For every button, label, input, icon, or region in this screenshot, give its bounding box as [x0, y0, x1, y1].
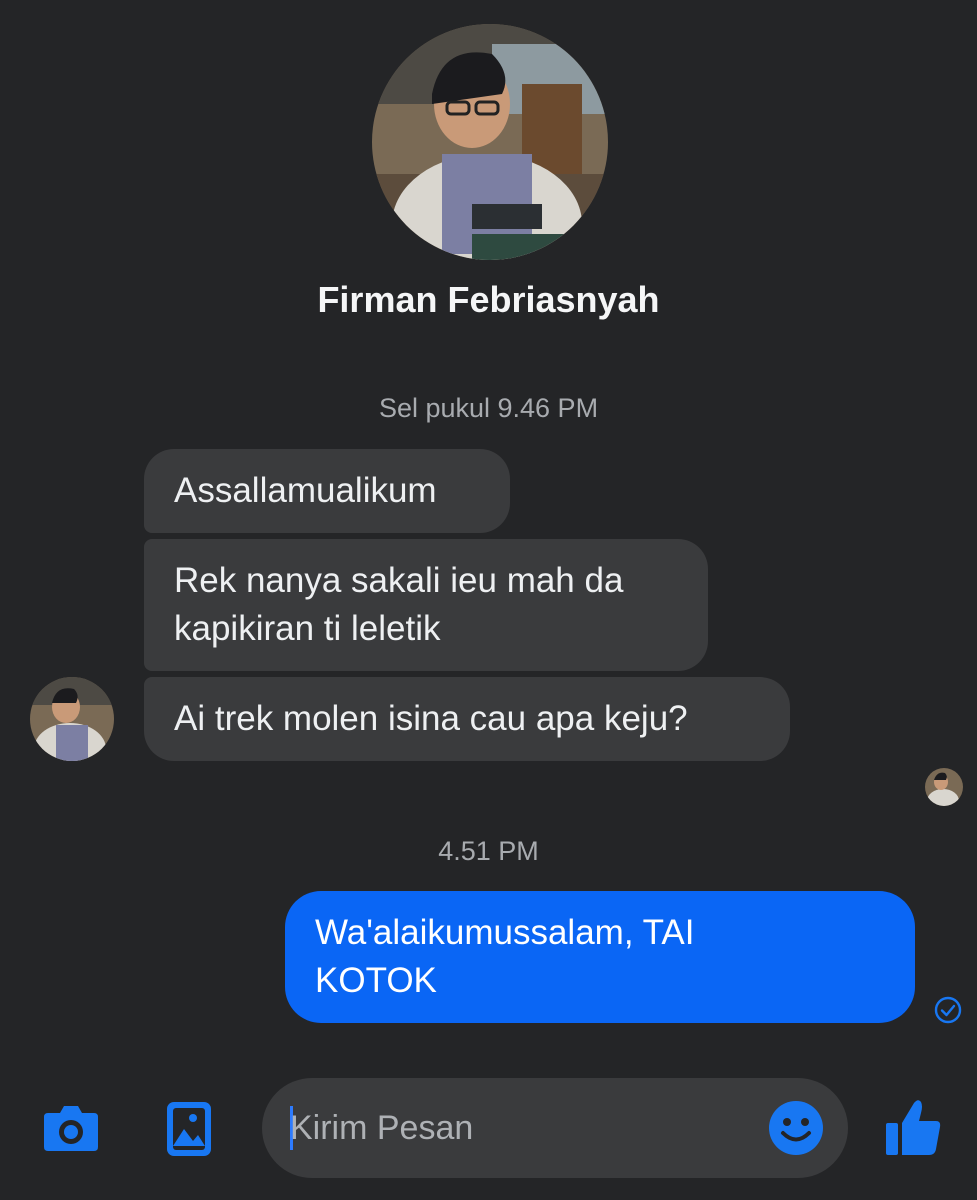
message-text-line: KOTOK [315, 961, 437, 1000]
incoming-message-bubble[interactable]: Assallamualikum [144, 449, 510, 533]
outgoing-message-bubble[interactable]: Wa'alaikumussalam, TAI KOTOK [285, 891, 915, 1023]
message-input[interactable] [290, 1102, 760, 1154]
message-text: Ai trek molen isina cau apa keju? [174, 699, 688, 738]
image-icon[interactable] [166, 1101, 212, 1157]
profile-photo[interactable] [372, 24, 608, 260]
incoming-message-bubble[interactable]: Rek nanya sakali ieu mah da kapikiran ti… [144, 539, 708, 671]
message-text: Assallamualikum [174, 471, 437, 510]
emoji-icon[interactable] [768, 1100, 824, 1156]
read-receipt-avatar [925, 768, 963, 806]
message-text-line: Wa'alaikumussalam, TAI [315, 913, 695, 952]
message-text-line: Rek nanya sakali ieu mah da [174, 561, 624, 600]
profile-name: Firman Febriasnyah [317, 279, 660, 320]
sent-check-icon [934, 996, 962, 1024]
thumbs-up-icon[interactable] [884, 1097, 942, 1157]
camera-icon[interactable] [42, 1103, 100, 1153]
incoming-message-bubble[interactable]: Ai trek molen isina cau apa keju? [144, 677, 790, 761]
message-composer[interactable] [262, 1078, 848, 1178]
sender-avatar[interactable] [30, 677, 114, 761]
message-text-line: kapikiran ti leletik [174, 609, 441, 648]
timestamp: Sel pukul 9.46 PM [378, 393, 599, 423]
timestamp: 4.51 PM [438, 836, 539, 866]
